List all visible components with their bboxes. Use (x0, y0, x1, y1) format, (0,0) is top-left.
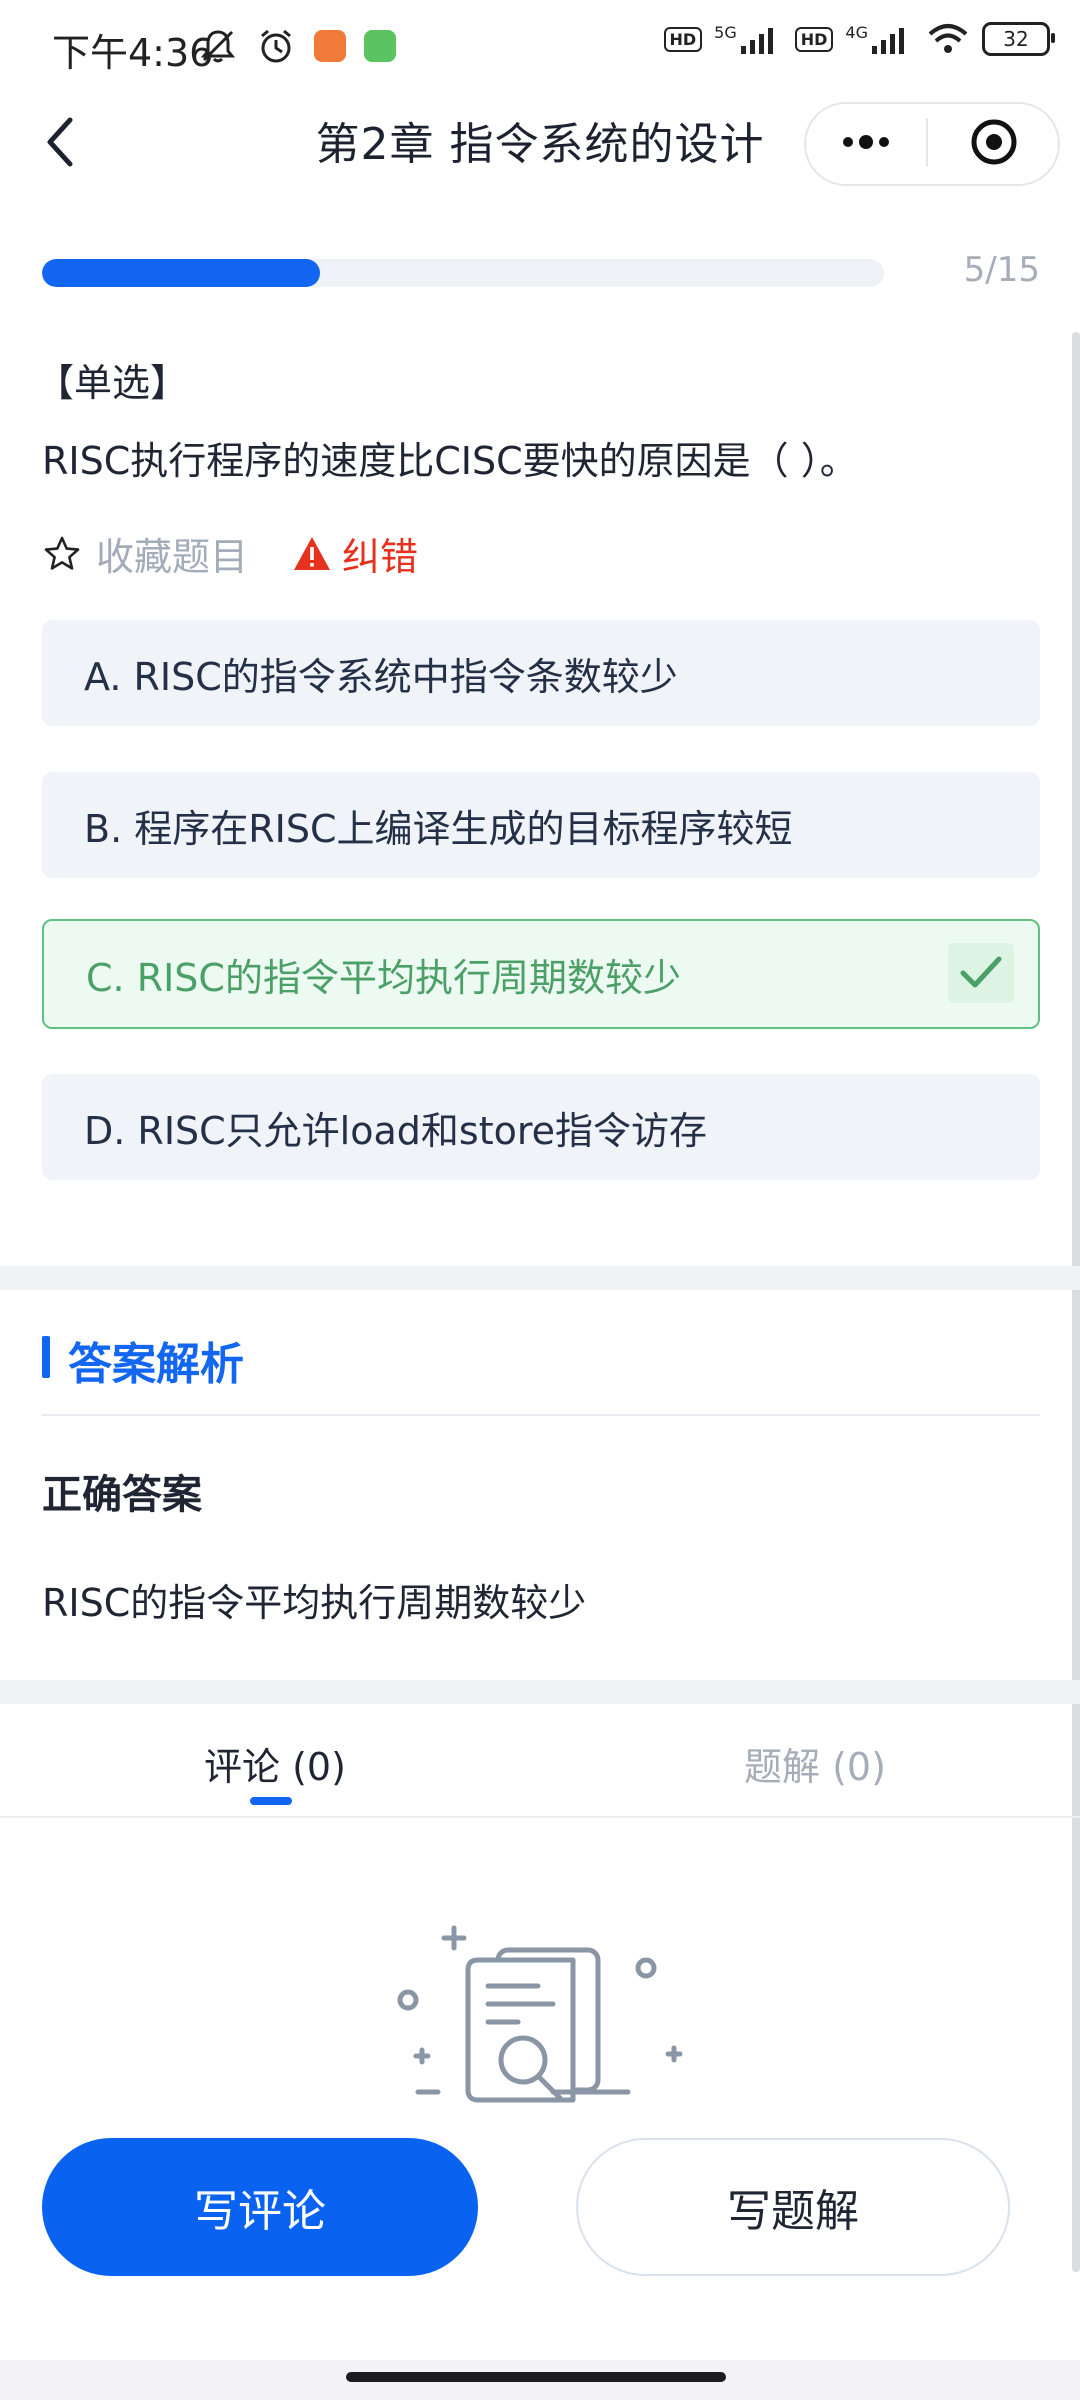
question-type: 【单选】 (36, 361, 189, 405)
app-notification-icon-2 (364, 30, 396, 62)
progress-bar (42, 259, 884, 287)
progress-fill (42, 259, 320, 287)
favorite-label: 收藏题目 (96, 535, 249, 579)
option-d[interactable]: D. RISC只允许load和store指令访存 (42, 1074, 1040, 1180)
wifi-icon (928, 24, 968, 53)
correct-answer-text: RISC的指令平均执行周期数较少 (42, 1581, 587, 1625)
scrollbar[interactable] (1072, 332, 1080, 2272)
signal-icon-2 (872, 28, 904, 54)
hd-icon: HD (663, 26, 703, 52)
net-4g-label: 4G (845, 22, 868, 42)
option-label: C. RISC的指令平均执行周期数较少 (86, 955, 681, 1000)
section-divider (0, 1266, 1080, 1290)
hd-icon-2: HD (794, 26, 834, 52)
write-solution-button[interactable]: 写题解 (576, 2138, 1010, 2276)
option-label: B. 程序在RISC上编译生成的目标程序较短 (84, 806, 793, 851)
correct-answer-label: 正确答案 (42, 1472, 202, 1518)
more-icon[interactable] (836, 124, 896, 160)
report-label: 纠错 (342, 535, 419, 579)
close-miniprogram-icon[interactable] (968, 116, 1020, 168)
capsule-divider (926, 118, 928, 166)
battery-icon: 32 (982, 22, 1055, 56)
alarm-icon (261, 29, 291, 63)
active-tab-indicator (250, 1797, 292, 1805)
net-5g-label: 5G (714, 22, 737, 42)
status-icons-left (198, 26, 396, 66)
tabs-divider (0, 1816, 1080, 1818)
option-b[interactable]: B. 程序在RISC上编译生成的目标程序较短 (42, 772, 1040, 878)
mute-bell-icon (200, 30, 236, 63)
question-text: RISC执行程序的速度比CISC要快的原因是（ ）。 (42, 439, 858, 483)
section-accent-bar (42, 1336, 50, 1378)
signal-icon (740, 28, 773, 54)
section-divider-2 (0, 1680, 1080, 1704)
empty-state-illustration (397, 1925, 683, 2103)
option-c[interactable]: C. RISC的指令平均执行周期数较少 (42, 919, 1040, 1029)
option-a[interactable]: A. RISC的指令系统中指令条数较少 (42, 620, 1040, 726)
home-indicator[interactable] (346, 2372, 726, 2382)
status-time: 下午4:36 (52, 31, 214, 75)
tab-solutions[interactable]: 题解 (0) (744, 1736, 886, 1791)
correct-check-badge (948, 943, 1014, 1003)
app-notification-icon (314, 30, 346, 62)
analysis-title: 答案解析 (68, 1339, 244, 1390)
warning-icon (294, 536, 330, 570)
tab-comments[interactable]: 评论 (0) (204, 1736, 346, 1791)
check-icon (960, 956, 1002, 988)
report-error-button[interactable]: 纠错 (292, 526, 418, 581)
star-icon (44, 536, 80, 570)
analysis-divider (42, 1414, 1040, 1416)
favorite-button[interactable]: 收藏题目 (42, 526, 248, 581)
progress-label: 5/15 (963, 250, 1040, 290)
write-comment-button[interactable]: 写评论 (42, 2138, 478, 2276)
status-icons-right: HD 5G HD 4G 32 (663, 22, 1055, 56)
option-label: D. RISC只允许load和store指令访存 (84, 1108, 708, 1153)
option-label: A. RISC的指令系统中指令条数较少 (84, 654, 678, 699)
